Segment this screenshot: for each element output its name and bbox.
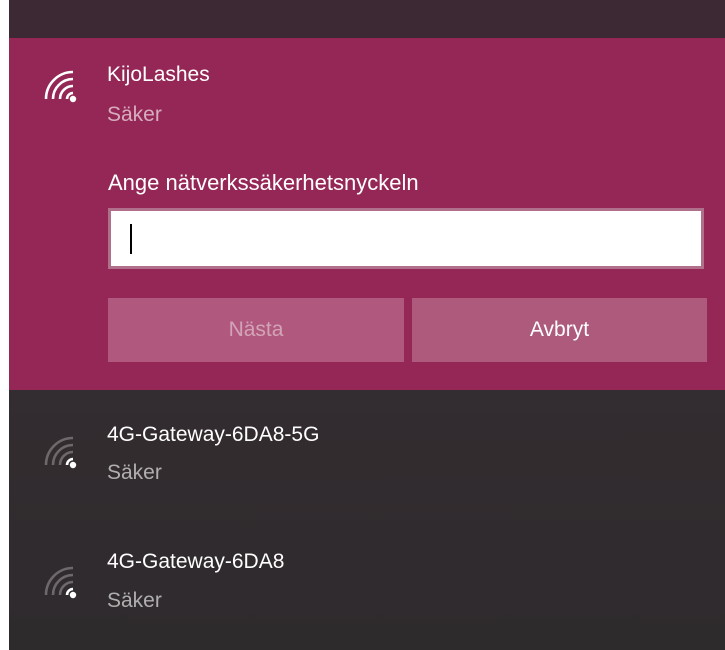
desktop-edge xyxy=(0,0,9,650)
text-cursor xyxy=(130,224,132,254)
network-name: 4G-Gateway-6DA8 xyxy=(107,550,285,573)
network-item-gateway-5g[interactable]: 4G-Gateway-6DA8-5G Säker xyxy=(9,395,725,513)
cancel-button[interactable]: Avbryt xyxy=(412,298,707,362)
network-name: KijoLashes xyxy=(107,63,210,86)
network-flyout: KijoLashes Säker Ange nätverkssäkerhetsn… xyxy=(9,0,725,650)
network-status: Säker xyxy=(107,461,162,484)
wifi-secured-icon xyxy=(44,70,77,103)
wifi-secured-icon xyxy=(44,436,77,469)
network-item-kijolashes[interactable]: KijoLashes Säker xyxy=(9,38,725,138)
selected-network-panel: KijoLashes Säker Ange nätverkssäkerhetsn… xyxy=(9,38,725,390)
previous-network-item-edge[interactable] xyxy=(9,0,725,38)
network-status: Säker xyxy=(107,589,162,612)
network-status: Säker xyxy=(107,103,162,126)
security-key-input[interactable] xyxy=(108,208,704,269)
security-key-label: Ange nätverkssäkerhetsnyckeln xyxy=(108,170,419,195)
network-item-gateway[interactable]: 4G-Gateway-6DA8 Säker xyxy=(9,525,725,643)
wifi-secured-icon xyxy=(44,566,77,599)
next-button[interactable]: Nästa xyxy=(108,298,404,362)
network-name: 4G-Gateway-6DA8-5G xyxy=(107,423,320,446)
